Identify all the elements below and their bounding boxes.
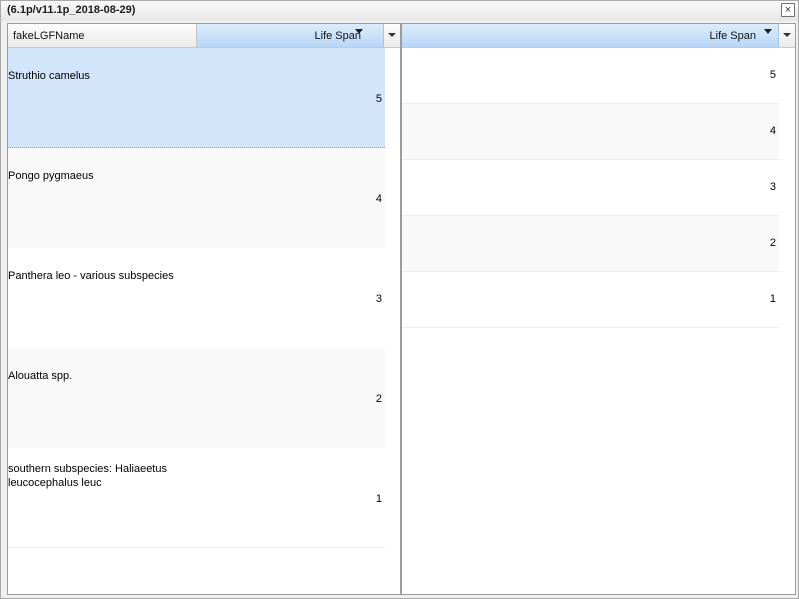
- left-grid: fakeLGFName Life Span Struthio camelus 5…: [7, 23, 401, 595]
- close-icon[interactable]: ×: [781, 3, 795, 17]
- cell-life-span: 4: [769, 125, 776, 137]
- right-grid-header: Life Span: [402, 24, 795, 48]
- cell-life-span: 5: [769, 69, 776, 81]
- column-header-life-span[interactable]: Life Span: [402, 24, 779, 47]
- sort-descending-icon: [355, 29, 363, 34]
- table-row[interactable]: 1: [402, 272, 779, 328]
- column-header-life-span[interactable]: Life Span: [197, 24, 384, 47]
- sort-descending-icon: [764, 29, 772, 34]
- cell-name: Panthera leo - various subspecies: [8, 270, 174, 282]
- chevron-down-icon: [388, 33, 396, 37]
- grid-window: (6.1p/v11.1p_2018-08-29) × fakeLGFName L…: [0, 0, 799, 599]
- table-row[interactable]: 4: [402, 104, 779, 160]
- table-row[interactable]: Struthio camelus 5: [8, 48, 385, 148]
- table-row[interactable]: 2: [402, 216, 779, 272]
- table-row[interactable]: Pongo pygmaeus 4: [8, 148, 385, 248]
- column-header-label: Life Span: [709, 30, 756, 42]
- cell-life-span: 1: [769, 293, 776, 305]
- table-row[interactable]: Panthera leo - various subspecies 3: [8, 248, 385, 348]
- cell-life-span: 3: [769, 181, 776, 193]
- window-title: (6.1p/v11.1p_2018-08-29): [7, 4, 136, 16]
- table-row[interactable]: 5: [402, 48, 779, 104]
- table-row[interactable]: 3: [402, 160, 779, 216]
- cell-name: Alouatta spp.: [8, 370, 73, 382]
- right-grid: Life Span 5 4 3 2 1: [401, 23, 796, 595]
- cell-life-span: 5: [375, 93, 382, 105]
- cell-life-span: 3: [375, 293, 382, 305]
- table-row[interactable]: Alouatta spp. 2: [8, 348, 385, 448]
- cell-name: Pongo pygmaeus: [8, 170, 94, 182]
- column-menu-button[interactable]: [779, 24, 795, 47]
- title-bar: (6.1p/v11.1p_2018-08-29) ×: [1, 1, 798, 21]
- column-header-fakelgfname[interactable]: fakeLGFName: [8, 24, 197, 47]
- left-grid-header: fakeLGFName Life Span: [8, 24, 400, 48]
- cell-name: Struthio camelus: [8, 70, 90, 82]
- cell-life-span: 2: [769, 237, 776, 249]
- cell-life-span: 4: [375, 193, 382, 205]
- cell-name: southern subspecies: Haliaeetus leucocep…: [8, 463, 167, 489]
- cell-life-span: 2: [375, 393, 382, 405]
- table-row[interactable]: southern subspecies: Haliaeetus leucocep…: [8, 448, 385, 548]
- column-menu-button[interactable]: [384, 24, 400, 47]
- cell-life-span: 1: [375, 493, 382, 505]
- chevron-down-icon: [783, 33, 791, 37]
